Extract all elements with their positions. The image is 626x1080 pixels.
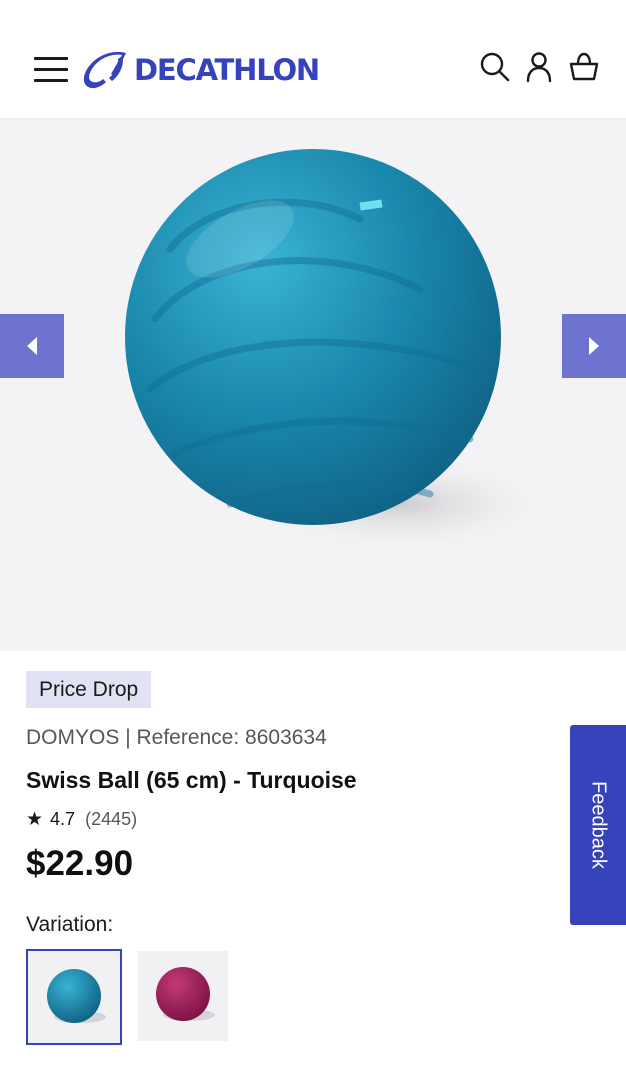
brand-name: DECATHLON <box>134 53 320 87</box>
previous-image-button[interactable] <box>0 314 64 378</box>
product-image <box>125 149 560 554</box>
basket-icon[interactable] <box>567 50 601 84</box>
site-header: DECATHLON <box>0 0 626 119</box>
search-icon[interactable] <box>478 50 512 84</box>
variation-swatch-turquoise[interactable] <box>26 949 122 1045</box>
product-brand[interactable]: DOMYOS <box>26 726 119 749</box>
variation-label: Variation: <box>26 913 114 936</box>
brand-reference: DOMYOS | Reference: 8603634 <box>26 724 327 752</box>
magenta-ball-thumbnail <box>156 967 215 1021</box>
brand-logo[interactable]: DECATHLON <box>82 50 320 90</box>
product-rating[interactable]: ★ 4.7 (2445) <box>26 807 137 831</box>
product-info: Price Drop DOMYOS | Reference: 8603634 S… <box>0 652 626 1080</box>
chevron-left-icon <box>27 337 37 355</box>
product-title: Swiss Ball (65 cm) - Turquoise <box>26 767 357 793</box>
rating-value: 4.7 <box>50 809 76 829</box>
account-icon[interactable] <box>522 50 556 84</box>
product-price: $22.90 <box>26 844 134 883</box>
turquoise-ball-thumbnail <box>47 969 106 1023</box>
feedback-label: Feedback <box>587 781 610 869</box>
chevron-right-icon <box>589 337 599 355</box>
decathlon-logo-mark <box>83 51 126 89</box>
star-icon: ★ <box>26 808 44 830</box>
next-image-button[interactable] <box>562 314 626 378</box>
menu-icon[interactable] <box>34 57 68 83</box>
variation-swatch-magenta[interactable] <box>138 951 228 1041</box>
price-drop-badge: Price Drop <box>26 671 152 708</box>
product-image-carousel[interactable] <box>0 119 626 651</box>
review-count: (2445) <box>85 809 138 829</box>
feedback-button[interactable]: Feedback <box>570 725 626 925</box>
product-reference: | Reference: 8603634 <box>125 726 327 749</box>
